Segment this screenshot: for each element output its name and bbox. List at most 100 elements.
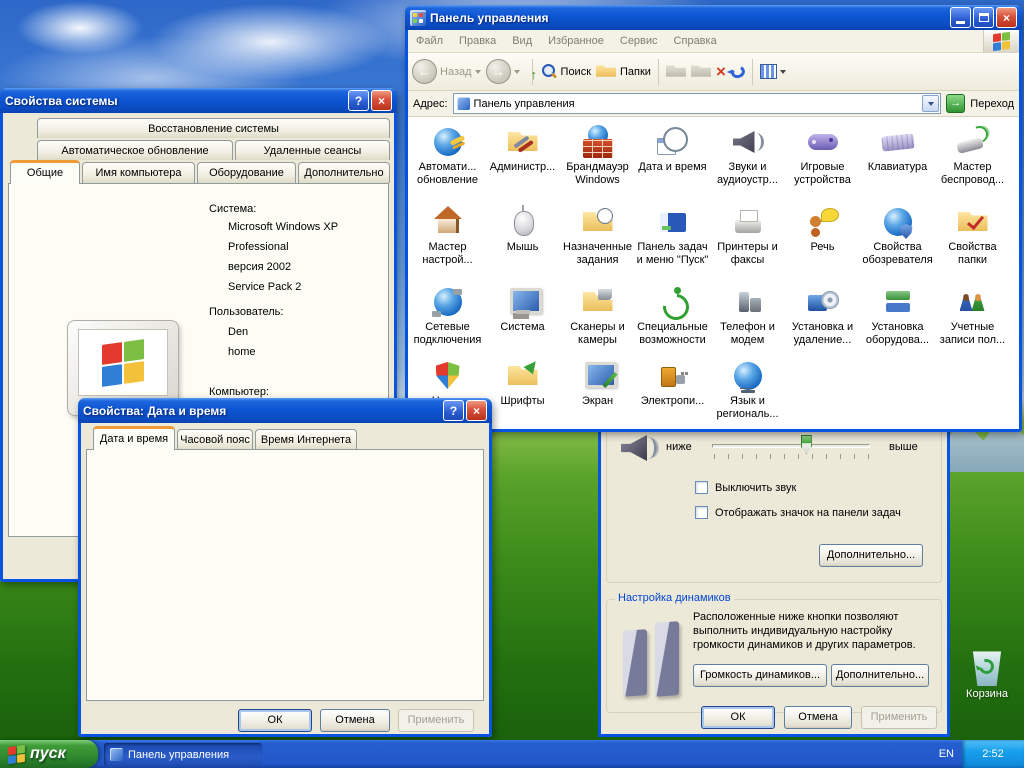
cp-item-windows-firewall[interactable]: Брандмауэр Windows [561, 125, 635, 205]
tray-icon-label[interactable]: Отображать значок на панели задач [715, 507, 901, 519]
tab-remote[interactable]: Удаленные сеансы [235, 140, 390, 160]
cp-item-user-accounts[interactable]: Учетные записи пол... [936, 285, 1010, 359]
back-button[interactable]: ← Назад [412, 59, 481, 84]
menu-item-Сервис[interactable]: Сервис [612, 35, 666, 47]
menu-item-Файл[interactable]: Файл [408, 35, 451, 47]
cp-item-display[interactable]: Экран [561, 359, 635, 447]
toolbar: ← Назад → ↑ Поиск Папки × [408, 53, 1019, 91]
cp-item-system[interactable]: Система [486, 285, 560, 359]
cp-item-sounds-audio[interactable]: Звуки и аудиоустр... [711, 125, 785, 205]
speakers-volume-button[interactable]: Громкость динамиков... [693, 664, 827, 687]
cp-item-fonts[interactable]: Шрифты [486, 359, 560, 447]
cp-item-taskbar-start-menu[interactable]: Панель задач и меню "Пуск" [636, 205, 710, 285]
address-dropdown-button[interactable] [922, 95, 940, 112]
maximize-button[interactable] [973, 7, 994, 28]
cp-item-power-options[interactable]: Электропи... [636, 359, 710, 447]
user-accounts-icon [956, 285, 990, 319]
tab-system-restore[interactable]: Восстановление системы [37, 118, 390, 138]
views-button[interactable] [759, 64, 786, 79]
help-button[interactable]: ? [348, 90, 369, 111]
sound-cancel-button[interactable]: Отмена [784, 706, 852, 729]
help-button[interactable]: ? [443, 400, 464, 421]
cp-item-game-controllers[interactable]: Игровые устройства [786, 125, 860, 205]
mute-label[interactable]: Выключить звук [715, 482, 796, 494]
tab-computer-name[interactable]: Имя компьютера [82, 162, 195, 183]
cp-item-phone-modem[interactable]: Телефон и модем [711, 285, 785, 359]
volume-group: ниже выше Выключить звук Отображать знач… [606, 429, 942, 583]
system-tray[interactable]: 2:52 [962, 740, 1024, 768]
cp-item-automatic-updates[interactable]: Автомати... обновление [411, 125, 485, 205]
cp-item-speech[interactable]: Речь [786, 205, 860, 285]
mute-checkbox[interactable] [695, 481, 708, 494]
close-button[interactable]: × [371, 90, 392, 111]
cp-item-label: Сканеры и камеры [570, 321, 625, 346]
datetime-ok-button[interactable]: ОК [238, 709, 312, 732]
datetime-cancel-button[interactable]: Отмена [320, 709, 390, 732]
taskbar: пуск Панель управления EN 2:52 [0, 740, 1024, 768]
menu-item-Избранное[interactable]: Избранное [540, 35, 612, 47]
cp-item-regional-language[interactable]: Язык и региональ... [711, 359, 785, 447]
system-properties-titlebar[interactable]: Свойства системы ? × [0, 88, 397, 113]
address-bar: Адрес: Панель управления → Переход [408, 91, 1019, 117]
up-arrow-icon: ↑ [530, 66, 538, 82]
folders-button[interactable]: Папки [596, 64, 651, 79]
volume-advanced-button[interactable]: Дополнительно... [819, 544, 923, 567]
close-button[interactable]: × [996, 7, 1017, 28]
move-to-button[interactable] [665, 65, 686, 77]
cp-item-folder-options[interactable]: Свойства папки [936, 205, 1010, 285]
cp-item-internet-options[interactable]: Свойства обозревателя [861, 205, 935, 285]
tab-internet-time[interactable]: Время Интернета [255, 429, 357, 450]
minimize-button[interactable] [950, 7, 971, 28]
cp-item-scheduled-tasks[interactable]: Назначенные задания [561, 205, 635, 285]
cp-item-keyboard[interactable]: Клавиатура [861, 125, 935, 205]
cp-item-network-connections[interactable]: Сетевые подключения [411, 285, 485, 359]
tab-timezone[interactable]: Часовой пояс [177, 429, 253, 450]
go-label[interactable]: Переход [970, 98, 1014, 110]
taskbar-task-control-panel[interactable]: Панель управления [104, 743, 262, 766]
cp-item-date-and-time[interactable]: Дата и время [636, 125, 710, 205]
cp-item-label: Игровые устройства [794, 161, 851, 186]
tab-automatic-updates[interactable]: Автоматическое обновление [37, 140, 233, 160]
cp-item-printers-faxes[interactable]: Принтеры и факсы [711, 205, 785, 285]
delete-button[interactable]: × [716, 63, 726, 80]
cp-item-mouse[interactable]: Мышь [486, 205, 560, 285]
cp-item-wireless-wizard[interactable]: Мастер беспровод... [936, 125, 1010, 205]
cp-item-add-remove-programs[interactable]: Установка и удаление... [786, 285, 860, 359]
close-button[interactable]: × [466, 400, 487, 421]
back-dropdown-icon[interactable] [474, 69, 481, 74]
menu-item-Правка[interactable]: Правка [451, 35, 504, 47]
cp-item-scanners-cameras[interactable]: Сканеры и камеры [561, 285, 635, 359]
recycle-bin[interactable]: Корзина [950, 650, 1024, 700]
cp-item-add-hardware[interactable]: Установка оборудова... [861, 285, 935, 359]
scanners-cameras-icon [581, 285, 615, 319]
computer-label: Компьютер: [209, 386, 269, 398]
search-button[interactable]: Поиск [540, 63, 591, 81]
address-combobox[interactable]: Панель управления [452, 93, 942, 114]
forward-dropdown-icon[interactable] [513, 69, 520, 74]
cp-item-label: Принтеры и факсы [717, 241, 778, 266]
control-panel-title: Панель управления [430, 10, 549, 25]
cp-item-administration[interactable]: Администр... [486, 125, 560, 205]
date-time-titlebar[interactable]: Свойства: Дата и время ? × [78, 398, 492, 423]
tab-date-time[interactable]: Дата и время [93, 426, 175, 450]
copy-to-button[interactable] [690, 65, 711, 77]
phone-modem-icon [731, 285, 765, 319]
undo-button[interactable] [729, 63, 747, 80]
system-label: Система: [209, 203, 257, 215]
tab-advanced[interactable]: Дополнительно [298, 162, 390, 183]
start-button[interactable]: пуск [0, 740, 98, 768]
cp-item-accessibility[interactable]: Специальные возможности [636, 285, 710, 359]
speakers-advanced-button[interactable]: Дополнительно... [831, 664, 929, 687]
go-icon[interactable]: → [946, 94, 966, 113]
menu-item-Справка[interactable]: Справка [666, 35, 725, 47]
language-indicator[interactable]: EN [939, 740, 954, 768]
tray-icon-checkbox[interactable] [695, 506, 708, 519]
sound-ok-button[interactable]: ОК [701, 706, 775, 729]
menu-item-Вид[interactable]: Вид [504, 35, 540, 47]
tab-general[interactable]: Общие [10, 160, 80, 184]
cp-item-network-setup-wizard[interactable]: Мастер настрой... [411, 205, 485, 285]
forward-button[interactable]: → [485, 59, 520, 84]
tab-hardware[interactable]: Оборудование [197, 162, 296, 183]
speakers-group: Настройка динамиков Расположенные ниже к… [606, 592, 942, 713]
control-panel-titlebar[interactable]: Панель управления × [405, 5, 1022, 30]
